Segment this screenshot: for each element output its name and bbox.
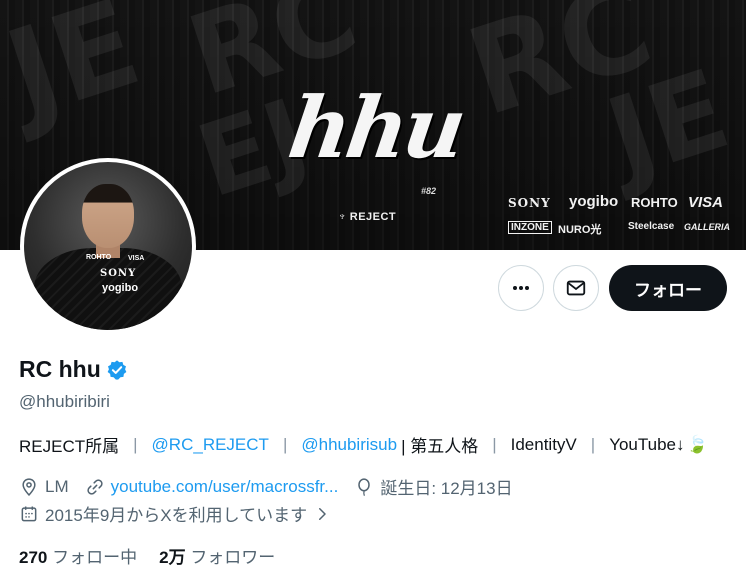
user-handle: @hhubiribiri [19, 392, 110, 411]
verified-badge-icon[interactable] [106, 359, 128, 381]
location-text: LM [45, 476, 69, 496]
display-name: RC hhu [19, 356, 101, 382]
sponsor-sony: SONY [508, 196, 551, 210]
sponsor-steelcase: Steelcase [628, 221, 675, 232]
sponsor-nuro: NURO光 [558, 224, 602, 236]
link-icon [86, 478, 103, 495]
website-item: youtube.com/user/macrossfr... [85, 477, 339, 497]
bio-text-game: | 第五人格 [401, 437, 479, 456]
banner-title: hhu [283, 78, 469, 177]
follow-button[interactable]: フォロー [609, 265, 727, 311]
joined-row[interactable]: 2015年9月からXを利用しています [19, 501, 347, 526]
banner-team-logo: ♆ REJECT [338, 211, 396, 223]
avatar-photo: ROHTO VISA SONY yogibo [24, 162, 192, 330]
more-dots-icon [513, 286, 529, 290]
reject-logo-icon: ♆ [338, 211, 347, 223]
avatar-shirt-rohto: ROHTO [86, 254, 112, 261]
website-link[interactable]: youtube.com/user/macrossfr... [111, 477, 339, 497]
birthday-item: 誕生日: 12月13日 [354, 474, 513, 499]
sponsor-inzone: INZONE [508, 221, 552, 234]
sponsor-galleria: GALLERIA [684, 222, 730, 232]
avatar-shirt-visa: VISA [128, 255, 145, 262]
profile-meta-row: LM youtube.com/user/macrossfr... 誕生日: 12… [19, 474, 529, 499]
more-options-button[interactable] [498, 265, 544, 311]
bio-separator: | [492, 434, 497, 454]
bio-mention-rc-reject[interactable]: @RC_REJECT [152, 435, 269, 455]
birthday-text: 誕生日: 12月13日 [380, 479, 513, 498]
bio-separator: | [590, 434, 596, 454]
bio-text-youtube: YouTube↓ [609, 434, 685, 454]
sponsor-visa: VISA [688, 194, 724, 211]
profile-bio: REJECT所属 | @RC_REJECT | @hhubirisub | 第五… [19, 432, 708, 457]
name-row: RC hhu [19, 356, 128, 383]
followers-stat[interactable]: 2万 フォロワー [159, 543, 275, 567]
follow-stats: 270 フォロー中 2万 フォロワー [19, 543, 297, 567]
banner-number: #82 [421, 186, 437, 196]
avatar-shirt-yogibo: yogibo [102, 282, 139, 294]
avatar-head [82, 184, 134, 248]
bio-text-identityv: IdentityV [510, 434, 577, 454]
message-button[interactable] [553, 265, 599, 311]
bio-separator: | [282, 434, 288, 454]
followers-count: 2万 [159, 548, 186, 567]
bio-separator: | [133, 434, 138, 454]
following-stat[interactable]: 270 フォロー中 [19, 543, 137, 567]
followers-label: フォロワー [190, 548, 276, 567]
calendar-icon [21, 506, 37, 521]
location-pin-icon [22, 477, 36, 496]
banner-team-name: REJECT [349, 211, 397, 223]
envelope-icon [566, 280, 586, 296]
joined-text: 2015年9月からXを利用しています [45, 506, 308, 525]
location-item: LM [19, 477, 69, 497]
balloon-icon [358, 477, 371, 496]
sponsor-rohto: ROHTO [631, 195, 678, 210]
bio-mention-hhubirisub[interactable]: @hhubirisub [301, 435, 397, 455]
leaf-emoji-icon: 🍃 [686, 434, 708, 454]
joined-item: 2015年9月からXを利用しています [19, 501, 331, 526]
chevron-right-icon [319, 507, 326, 520]
sponsor-yogibo: yogibo [569, 193, 619, 210]
following-label: フォロー中 [52, 548, 138, 567]
following-count: 270 [19, 548, 48, 567]
bio-text-affiliation: REJECT所属 [19, 437, 120, 456]
avatar-shirt-sony: SONY [100, 268, 137, 279]
profile-avatar[interactable]: ROHTO VISA SONY yogibo [20, 158, 196, 334]
